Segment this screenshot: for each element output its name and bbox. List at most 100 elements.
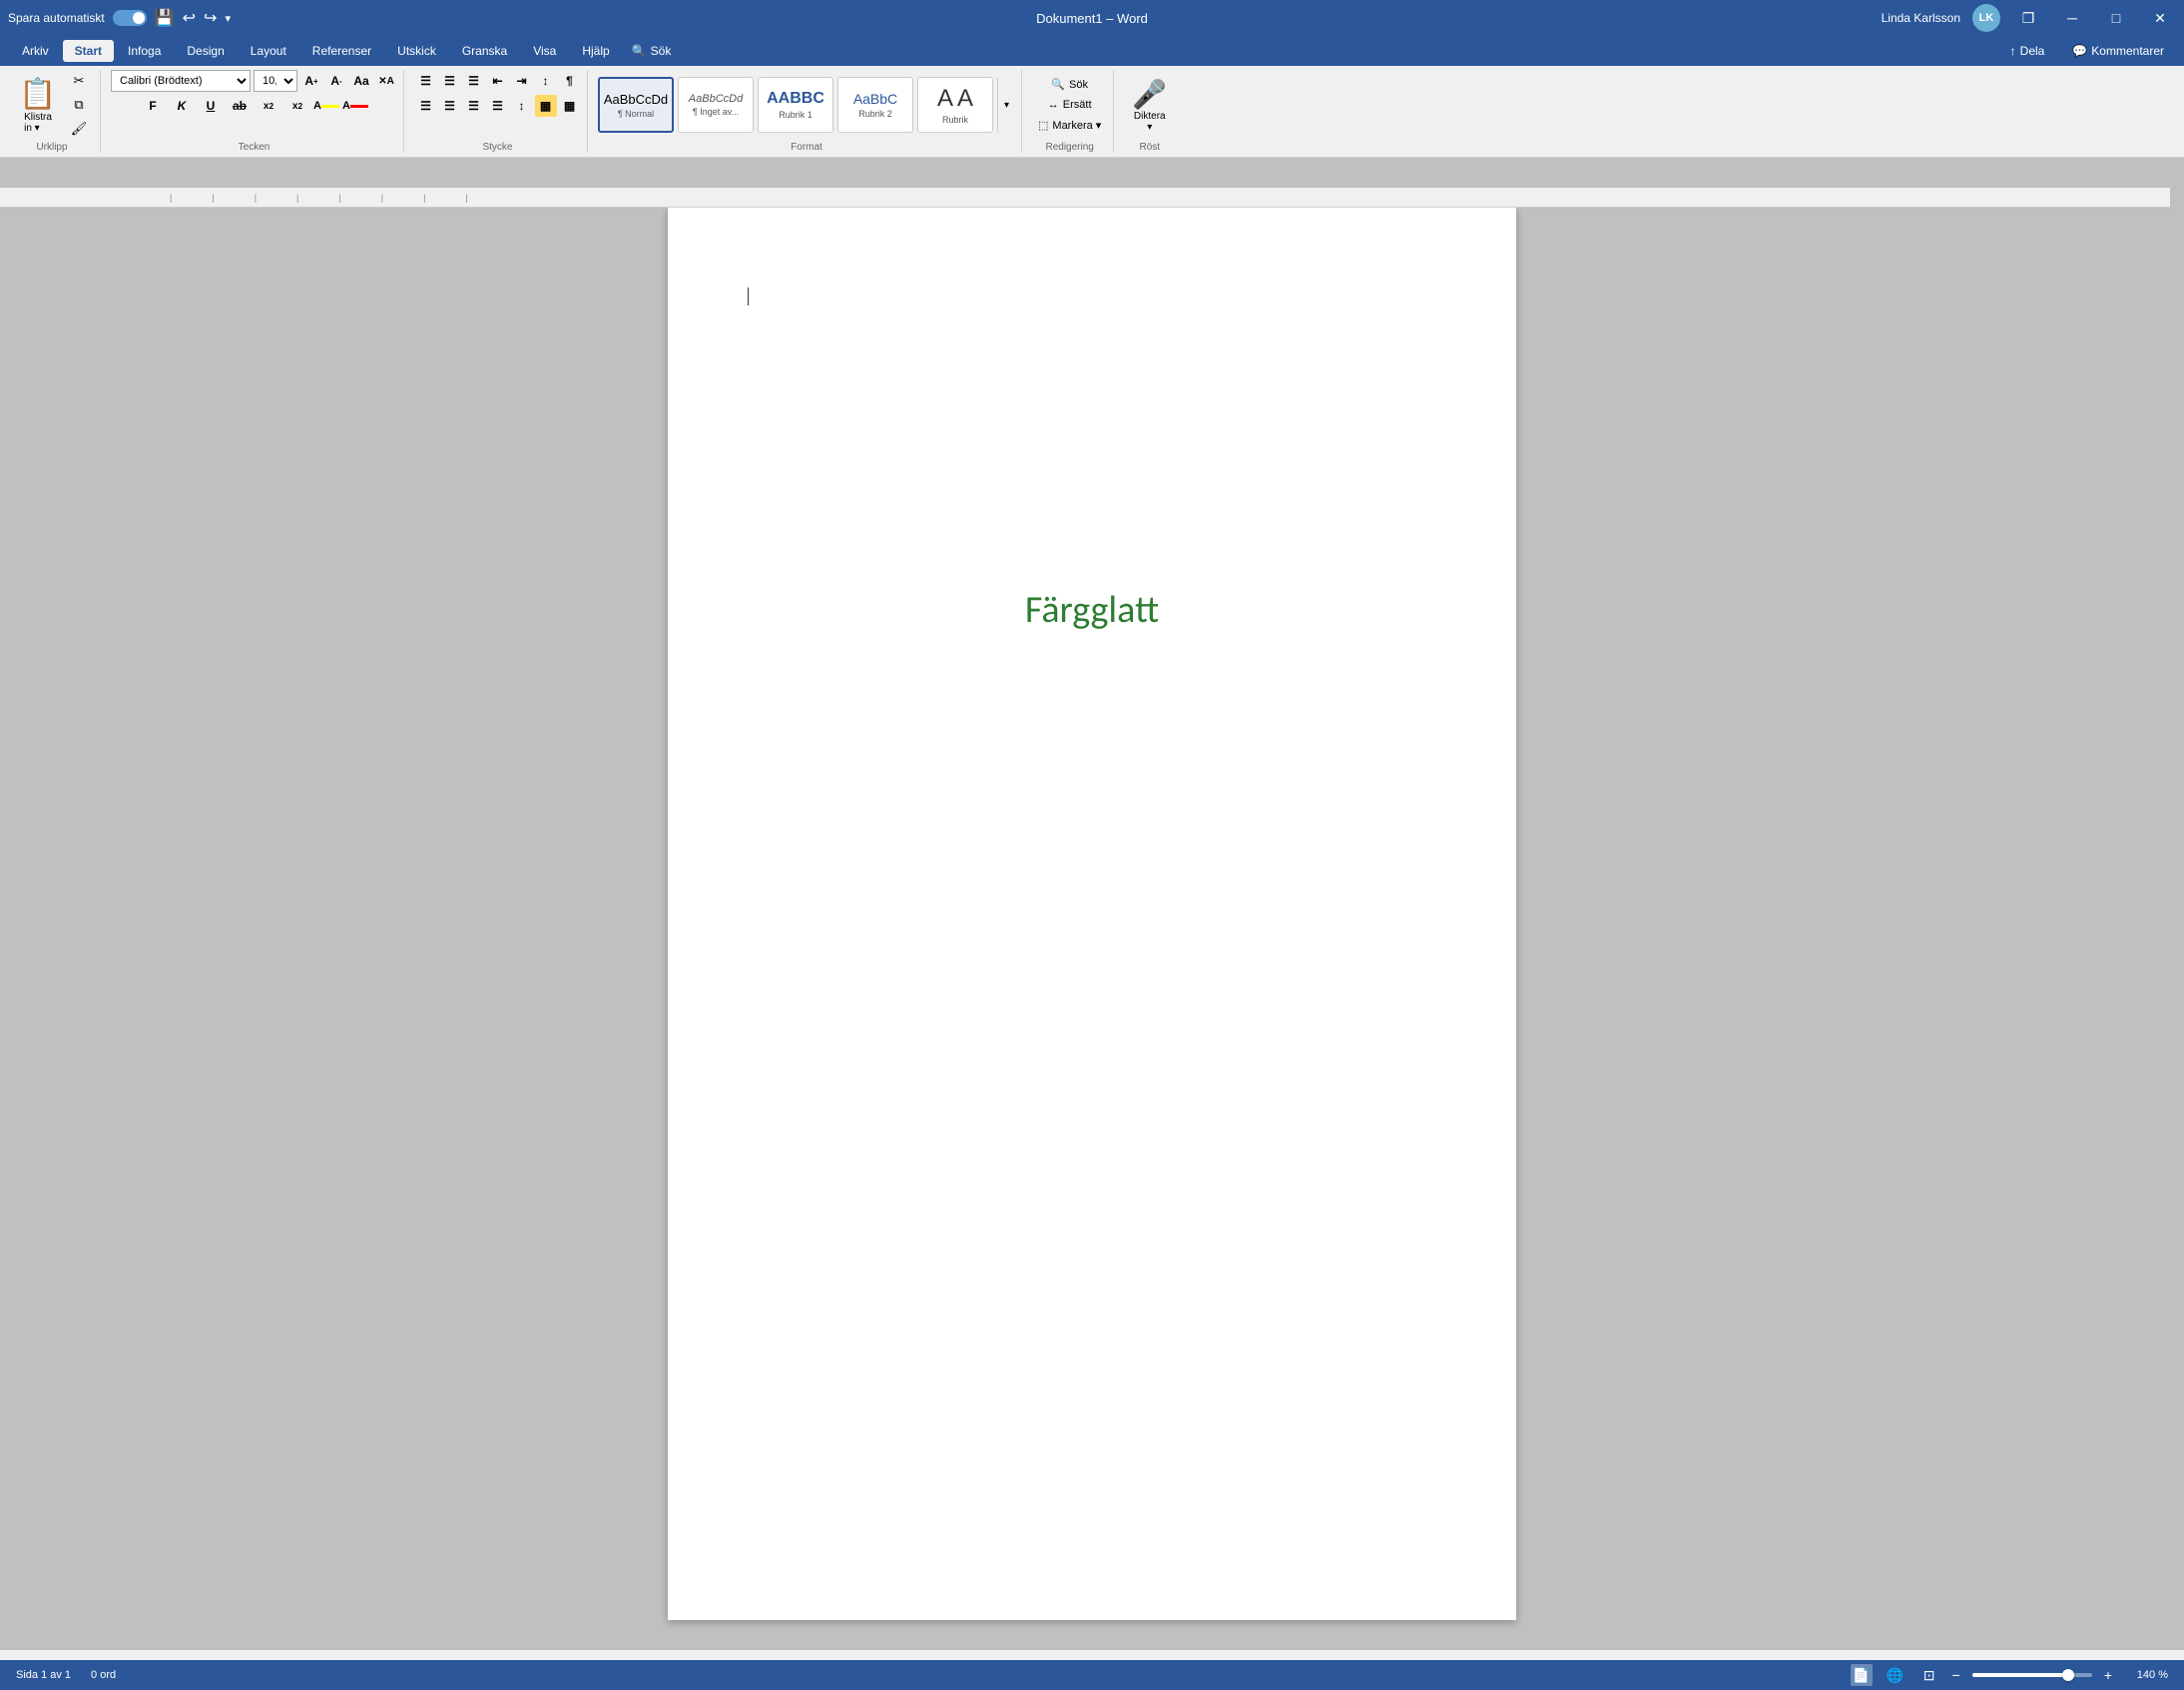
close-button[interactable]: ✕	[2144, 4, 2176, 32]
document-content[interactable]: Färgglatt	[668, 587, 1516, 633]
restore-icon[interactable]: ❐	[2012, 4, 2044, 32]
user-avatar[interactable]: LK	[1972, 4, 2000, 32]
tab-arkiv[interactable]: Arkiv	[10, 40, 61, 62]
align-left-button[interactable]: ☰	[415, 95, 437, 117]
pilcrow-button[interactable]: ¶	[559, 70, 581, 92]
justify-button[interactable]: ☰	[487, 95, 509, 117]
document-area[interactable]: | | | | | | | | Färgglatt	[0, 158, 2184, 1650]
titlebar-left: Spara automatiskt 💾 ↩ ↪ ▾	[8, 8, 231, 28]
ribbon-right-actions: ↑ Dela 💬 Kommentarer	[2000, 41, 2174, 61]
clear-format-button[interactable]: ✕A	[375, 70, 397, 92]
style-rubrik[interactable]: A A Rubrik	[917, 77, 993, 133]
dela-label: Dela	[2020, 44, 2045, 58]
align-right-button[interactable]: ☰	[463, 95, 485, 117]
zoom-out-button[interactable]: −	[1952, 1667, 1960, 1683]
autosave-toggle[interactable]	[113, 10, 147, 26]
paste-button[interactable]: 📋 Klistrain ▾	[12, 70, 64, 140]
subscript-button[interactable]: x2	[256, 95, 281, 117]
focus-view-button[interactable]: ⊡	[1918, 1664, 1940, 1686]
styles-label: Format	[791, 140, 822, 153]
decrease-indent-button[interactable]: ⇤	[487, 70, 509, 92]
font-group: Calibri (Brödtext) 10,5 A+ A- Aa ✕A F K …	[105, 70, 404, 153]
style-rubrik2[interactable]: AaBbC Rubrik 2	[837, 77, 913, 133]
style-rubrik1[interactable]: AABBC Rubrik 1	[758, 77, 833, 133]
select-button[interactable]: ⬚ Markera ▾	[1032, 117, 1107, 134]
minimize-button[interactable]: ─	[2056, 4, 2088, 32]
search-edit-icon: 🔍	[1051, 78, 1065, 91]
web-view-button[interactable]: 🌐	[1885, 1664, 1907, 1686]
document-page[interactable]: Färgglatt	[668, 208, 1516, 1620]
zoom-level: 140 %	[2124, 1669, 2168, 1681]
customize-icon[interactable]: ▾	[225, 12, 231, 25]
font-row2: F K U ab x2 x2 A A	[140, 95, 368, 117]
numbering-button[interactable]: ☰	[439, 70, 461, 92]
sort-button[interactable]: ↕	[535, 70, 557, 92]
tab-layout[interactable]: Layout	[239, 40, 298, 62]
bold-button[interactable]: F	[140, 95, 166, 117]
search-button[interactable]: 🔍 Sök	[632, 44, 672, 58]
styles-dropdown-button[interactable]: ▾	[997, 77, 1015, 133]
maximize-button[interactable]: □	[2100, 4, 2132, 32]
align-center-button[interactable]: ☰	[439, 95, 461, 117]
tab-granska[interactable]: Granska	[450, 40, 519, 62]
text-cursor	[748, 287, 749, 305]
clipboard-content: 📋 Klistrain ▾ ✂ ⧉ 🖌	[12, 70, 92, 140]
tab-start[interactable]: Start	[63, 40, 114, 62]
zoom-in-button[interactable]: +	[2104, 1667, 2112, 1683]
print-view-button[interactable]: 📄	[1851, 1664, 1873, 1686]
italic-button[interactable]: K	[169, 95, 195, 117]
zoom-thumb[interactable]	[2062, 1669, 2074, 1681]
font-color-button[interactable]: A	[342, 95, 368, 117]
replace-icon: ↔	[1048, 99, 1059, 111]
redo-icon[interactable]: ↪	[204, 8, 217, 28]
grow-font-button[interactable]: A+	[300, 70, 322, 92]
underline-button[interactable]: U	[198, 95, 224, 117]
voice-label: Röst	[1139, 140, 1160, 153]
tab-infoga[interactable]: Infoga	[116, 40, 173, 62]
superscript-button[interactable]: x2	[284, 95, 310, 117]
style-normal[interactable]: AaBbCcDd ¶ Normal	[598, 77, 674, 133]
copy-button[interactable]: ⧉	[66, 94, 92, 116]
tab-utskick[interactable]: Utskick	[385, 40, 448, 62]
case-button[interactable]: Aa	[350, 70, 372, 92]
borders-button[interactable]: ▦	[559, 95, 581, 117]
kommentarer-button[interactable]: 💬 Kommentarer	[2062, 41, 2174, 61]
format-painter-button[interactable]: 🖌	[66, 118, 92, 140]
style-normal-preview: AaBbCcDd	[604, 92, 668, 107]
select-icon: ⬚	[1038, 119, 1048, 132]
replace-button[interactable]: ↔ Ersätt	[1042, 97, 1098, 113]
search-icon: 🔍	[632, 44, 647, 58]
zoom-slider[interactable]	[1972, 1673, 2092, 1677]
undo-icon[interactable]: ↩	[183, 8, 196, 28]
voice-content: 🎤 Diktera▾	[1124, 70, 1175, 140]
bullets-button[interactable]: ☰	[415, 70, 437, 92]
dictate-button[interactable]: 🎤 Diktera▾	[1124, 74, 1175, 137]
dela-button[interactable]: ↑ Dela	[2000, 41, 2055, 61]
voice-group: 🎤 Diktera▾ Röst	[1118, 70, 1181, 153]
save-icon[interactable]: 💾	[155, 8, 175, 28]
shading-button[interactable]: ▦	[535, 95, 557, 117]
statusbar: Sida 1 av 1 0 ord 📄 🌐 ⊡ − + 140 %	[0, 1660, 2184, 1690]
text-highlight-button[interactable]: A	[313, 95, 339, 117]
style-inget[interactable]: AaBbCcDd ¶ Inget av...	[678, 77, 754, 133]
tab-referenser[interactable]: Referenser	[300, 40, 383, 62]
cut-button[interactable]: ✂	[66, 70, 92, 92]
font-name-selector[interactable]: Calibri (Brödtext)	[111, 70, 251, 92]
search-edit-button[interactable]: 🔍 Sök	[1045, 76, 1094, 93]
increase-indent-button[interactable]: ⇥	[511, 70, 533, 92]
tab-hjalp[interactable]: Hjälp	[570, 40, 621, 62]
style-rubrik1-label: Rubrik 1	[779, 110, 813, 120]
shrink-font-button[interactable]: A-	[325, 70, 347, 92]
paste-icon: 📋	[19, 77, 56, 112]
clipboard-small-buttons: ✂ ⧉ 🖌	[66, 70, 92, 140]
toolbar: 📋 Klistrain ▾ ✂ ⧉ 🖌 Urklipp Calibri (Brö…	[0, 66, 2184, 158]
multilevel-button[interactable]: ☰	[463, 70, 485, 92]
styles-group: AaBbCcDd ¶ Normal AaBbCcDd ¶ Inget av...…	[592, 70, 1022, 153]
strikethrough-button[interactable]: ab	[227, 95, 253, 117]
ribbon-nav: Arkiv Start Infoga Design Layout Referen…	[0, 36, 2184, 66]
tab-visa[interactable]: Visa	[521, 40, 568, 62]
tab-design[interactable]: Design	[175, 40, 236, 62]
line-spacing-button[interactable]: ↕	[511, 95, 533, 117]
font-size-selector[interactable]: 10,5	[254, 70, 297, 92]
replace-label: Ersätt	[1063, 99, 1092, 111]
